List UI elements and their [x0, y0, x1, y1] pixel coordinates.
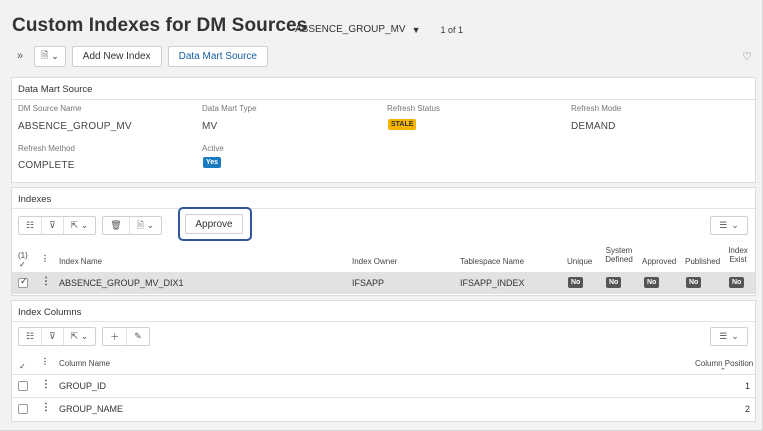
context-value: ABSENCE_GROUP_MV	[295, 24, 406, 35]
chevron-down-icon: ⌄	[731, 331, 739, 341]
col-system-defined-line2: Defined	[605, 255, 633, 264]
row-menu-icon[interactable]: ⋮	[41, 379, 51, 390]
table-row[interactable]: ⋮ ABSENCE_GROUP_MV_DIX1 IFSAPP IFSAPP_IN…	[12, 272, 755, 294]
filter-icon[interactable]: ⊽	[42, 217, 64, 234]
grid-menu-button[interactable]: ☰ ⌄	[710, 216, 748, 235]
cell-index-owner: IFSAPP	[352, 278, 385, 288]
divider	[12, 99, 755, 100]
context-selector[interactable]: ABSENCE_GROUP_MV ▼ 1 of 1	[295, 24, 463, 35]
selection-count: (1)	[18, 251, 28, 260]
record-count: 1 of 1	[440, 24, 464, 35]
grid-tool-group: ☷ ⊽ ⇱ ⌄	[18, 327, 97, 346]
column-options-icon[interactable]: ⋮	[41, 254, 49, 263]
cell-system-defined-badge: No	[606, 277, 622, 288]
chevron-down-icon: ⌄	[51, 50, 59, 61]
list-view-icon[interactable]: ☷	[19, 328, 43, 345]
favorite-heart-icon[interactable]: ♡	[742, 50, 752, 63]
edit-icon[interactable]: ✎	[127, 328, 149, 345]
cell-index-exist-badge: No	[729, 277, 745, 288]
page-title: Custom Indexes for DM Sources	[12, 15, 308, 36]
grid-tool-group: ☷ ⊽ ⇱ ⌄	[18, 216, 97, 235]
table-row[interactable]: ⋮ GROUP_ID 1	[12, 375, 755, 397]
page-toolbar: » 🗎 ⌄ Add New Index Data Mart Source	[12, 45, 268, 67]
panel-title: Index Columns	[18, 307, 82, 318]
active-label: Active	[202, 144, 224, 153]
cell-column-name: GROUP_ID	[59, 381, 107, 391]
row-checkbox[interactable]	[18, 404, 28, 414]
col-column-name[interactable]: Column Name	[59, 359, 110, 368]
row-checkbox[interactable]	[18, 276, 28, 288]
indexes-panel: Indexes ☷ ⊽ ⇱ ⌄ 🗑 🗎 ⌄ Approve ☰ ⌄ (1) ✓ …	[11, 187, 756, 296]
refresh-mode-label: Refresh Mode	[571, 104, 622, 113]
divider	[12, 208, 755, 209]
col-index-owner[interactable]: Index Owner	[352, 257, 397, 266]
grid-menu-button[interactable]: ☰ ⌄	[710, 327, 748, 346]
chevron-down-icon: ⌄	[731, 220, 739, 230]
cell-column-name: GROUP_NAME	[59, 404, 124, 414]
row-menu-icon[interactable]: ⋮	[41, 276, 51, 287]
divider	[12, 321, 755, 322]
cell-column-position: 1	[744, 381, 750, 391]
active-badge: Yes	[203, 157, 222, 168]
report-icon: 🗎	[41, 50, 49, 60]
panel-title: Indexes	[18, 194, 52, 205]
grid-action-group: 🗑 🗎 ⌄	[102, 216, 162, 235]
indexes-grid-toolbar: ☷ ⊽ ⇱ ⌄ 🗑 🗎 ⌄	[18, 216, 168, 235]
cell-approved-badge: No	[644, 277, 660, 288]
data-mart-source-panel: Data Mart Source DM Source Name ABSENCE_…	[11, 77, 756, 183]
col-tablespace-name[interactable]: Tablespace Name	[460, 257, 524, 266]
cell-tablespace-name: IFSAPP_INDEX	[460, 278, 525, 288]
export-icon[interactable]: ⇱ ⌄	[64, 217, 96, 234]
export-icon[interactable]: ⇱ ⌄	[64, 328, 96, 345]
refresh-method-value: COMPLETE	[18, 160, 75, 171]
refresh-method-label: Refresh Method	[18, 144, 75, 153]
col-index-exist[interactable]: Index Exist	[725, 246, 751, 264]
dm-source-name-value: ABSENCE_GROUP_MV	[18, 121, 132, 132]
index-columns-grid-toolbar: ☷ ⊽ ⇱ ⌄ ＋ ✎	[18, 327, 156, 346]
col-system-defined[interactable]: System Defined	[601, 246, 637, 264]
dm-source-name-label: DM Source Name	[18, 104, 82, 113]
list-view-icon[interactable]: ☷	[19, 217, 43, 234]
data-mart-type-label: Data Mart Type	[202, 104, 257, 113]
data-mart-source-button[interactable]: Data Mart Source	[167, 45, 268, 67]
delete-icon[interactable]: 🗑	[103, 217, 130, 234]
col-published[interactable]: Published	[685, 257, 720, 266]
menu-lines-icon: ☰	[719, 331, 728, 341]
caret-down-icon[interactable]: ▼	[412, 25, 421, 35]
menu-lines-icon: ☰	[719, 220, 728, 230]
add-icon[interactable]: ＋	[103, 328, 128, 345]
report-icon[interactable]: 🗎 ⌄	[130, 217, 161, 234]
select-all-check-icon[interactable]: ✓	[19, 362, 26, 371]
refresh-status-badge: STALE	[388, 119, 417, 130]
add-new-index-button[interactable]: Add New Index	[71, 45, 162, 67]
select-all-check-icon[interactable]: ✓	[19, 260, 26, 269]
report-menu-button[interactable]: 🗎 ⌄	[34, 45, 66, 67]
col-index-exist-line1: Index	[728, 246, 748, 255]
refresh-mode-value: DEMAND	[571, 121, 616, 132]
col-index-exist-line2: Exist	[729, 255, 747, 264]
cell-unique-badge: No	[568, 277, 584, 288]
grid-edit-group: ＋ ✎	[102, 327, 150, 346]
col-index-name[interactable]: Index Name	[59, 257, 102, 266]
approve-button[interactable]: Approve	[185, 214, 243, 234]
cell-column-position: 2	[744, 404, 750, 414]
refresh-status-label: Refresh Status	[387, 104, 440, 113]
col-approved[interactable]: Approved	[642, 257, 676, 266]
cell-index-name: ABSENCE_GROUP_MV_DIX1	[59, 278, 184, 288]
expand-chevrons-icon[interactable]: »	[12, 50, 28, 62]
table-row[interactable]: ⋮ GROUP_NAME 2	[12, 398, 755, 420]
page-frame: Custom Indexes for DM Sources ABSENCE_GR…	[0, 0, 763, 431]
col-system-defined-line1: System	[605, 246, 633, 255]
cell-published-badge: No	[686, 277, 702, 288]
row-menu-icon[interactable]: ⋮	[41, 402, 51, 413]
data-mart-type-value: MV	[202, 121, 218, 132]
col-unique[interactable]: Unique	[567, 257, 592, 266]
filter-icon[interactable]: ⊽	[42, 328, 64, 345]
column-options-icon[interactable]: ⋮	[41, 357, 49, 366]
panel-title: Data Mart Source	[18, 84, 93, 95]
row-checkbox[interactable]	[18, 381, 28, 391]
index-columns-panel: Index Columns ☷ ⊽ ⇱ ⌄ ＋ ✎ ☰ ⌄ ✓ ⋮ Column…	[11, 300, 756, 422]
